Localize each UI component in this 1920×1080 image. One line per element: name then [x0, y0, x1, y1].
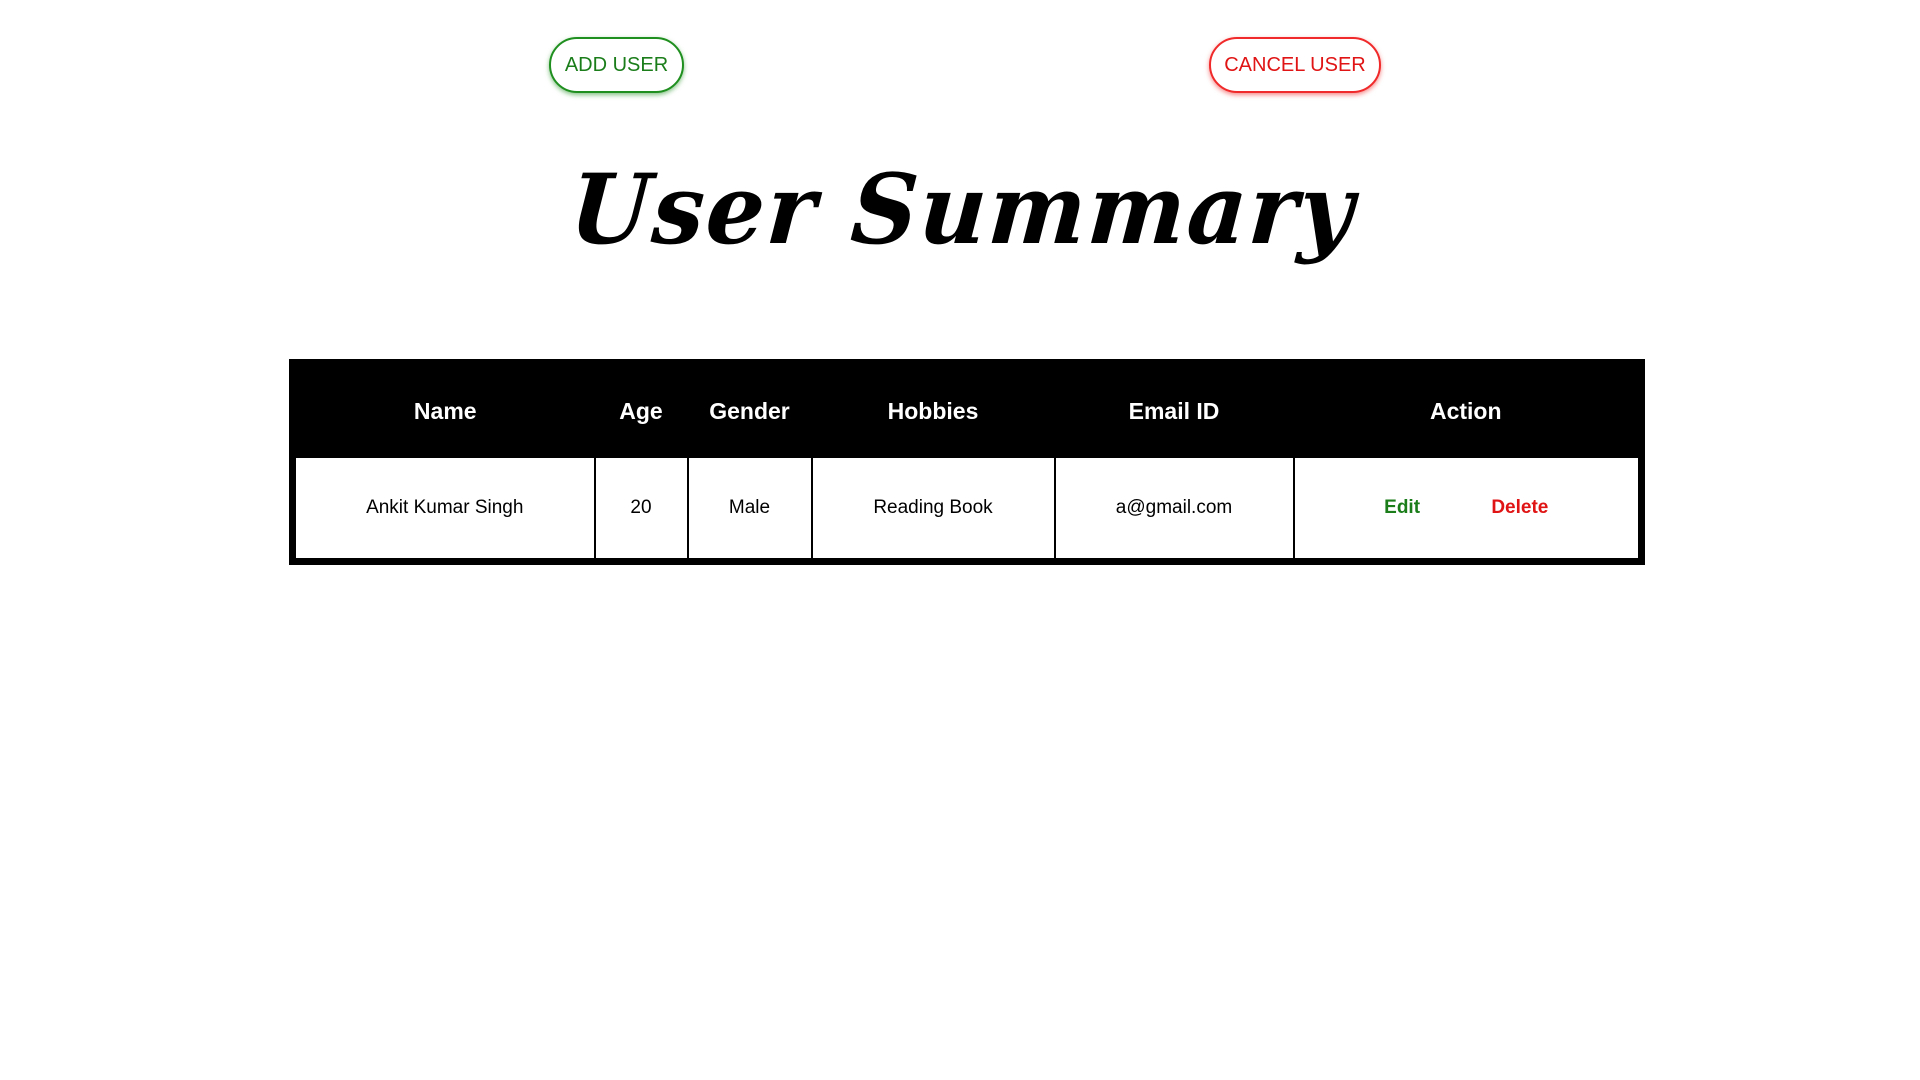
table-row: Ankit Kumar Singh 20 Male Reading Book a…: [291, 456, 1643, 563]
title-container: User Summary: [0, 153, 1920, 325]
cell-age: 20: [593, 456, 689, 563]
column-header-hobbies: Hobbies: [811, 362, 1055, 457]
table-header: Name Age Gender Hobbies Email ID Action: [292, 362, 1642, 457]
user-summary-table: Name Age Gender Hobbies Email ID Action …: [289, 359, 1645, 565]
cell-gender: Male: [686, 456, 813, 563]
column-header-age: Age: [594, 362, 688, 457]
column-header-email: Email ID: [1054, 362, 1294, 457]
cell-action: Edit Delete: [1292, 456, 1643, 563]
column-header-gender: Gender: [687, 362, 812, 457]
page-title: User Summary: [566, 152, 1359, 266]
column-header-action: Action: [1293, 362, 1642, 457]
column-header-name: Name: [292, 362, 595, 457]
cell-email: a@gmail.com: [1053, 456, 1295, 563]
cell-hobbies: Reading Book: [810, 456, 1056, 563]
delete-button[interactable]: Delete: [1491, 497, 1548, 519]
cancel-user-button[interactable]: CANCEL USER: [1209, 37, 1381, 93]
add-user-button[interactable]: ADD USER: [549, 37, 684, 93]
edit-button[interactable]: Edit: [1384, 497, 1420, 519]
table-body: Ankit Kumar Singh 20 Male Reading Book a…: [291, 456, 1643, 563]
cell-name: Ankit Kumar Singh: [291, 456, 596, 563]
table-header-row: Name Age Gender Hobbies Email ID Action: [292, 362, 1642, 457]
